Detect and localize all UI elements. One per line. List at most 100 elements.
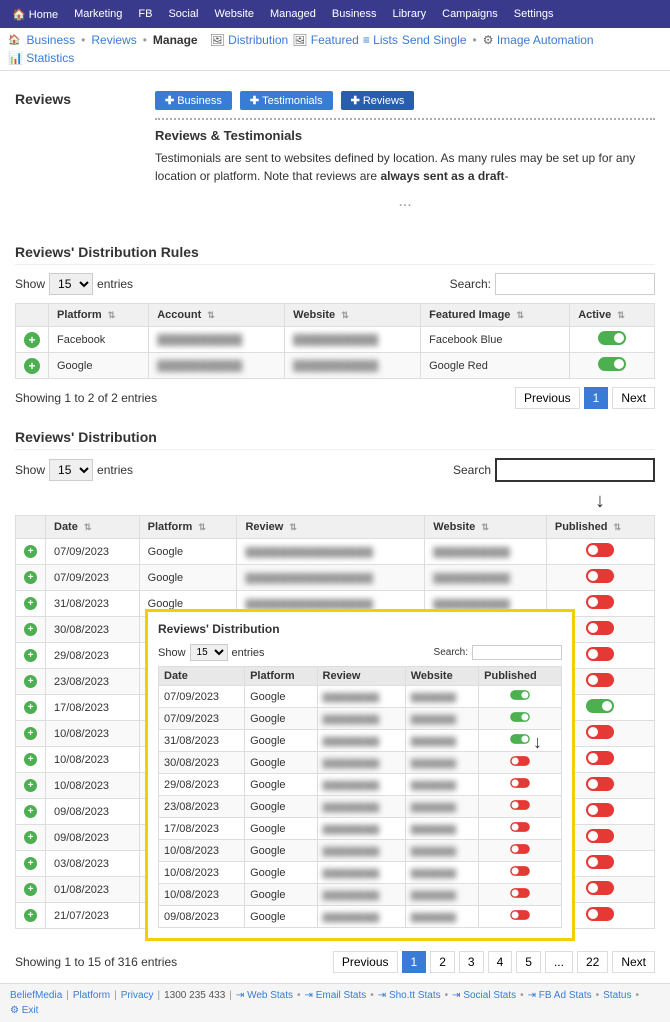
- nav-campaigns[interactable]: Campaigns: [434, 0, 506, 28]
- footer-brand[interactable]: BeliefMedia: [10, 990, 62, 1001]
- modal-toggle[interactable]: [510, 800, 530, 810]
- nav-marketing[interactable]: Marketing: [66, 0, 130, 28]
- dist-page-22[interactable]: 22: [577, 951, 608, 973]
- add-icon-dist[interactable]: +: [24, 649, 37, 662]
- nav-home[interactable]: 🏠 Home: [4, 0, 66, 28]
- subnav-send-single[interactable]: Send Single: [402, 33, 467, 47]
- toggle-published[interactable]: [586, 881, 614, 895]
- modal-platform: Google: [245, 906, 317, 928]
- rules-page-1[interactable]: 1: [584, 387, 609, 409]
- footer-fb-ad-stats[interactable]: ⇥ FB Ad Stats: [528, 990, 592, 1001]
- add-icon-dist[interactable]: +: [24, 857, 37, 870]
- search-input-dist[interactable]: [495, 458, 655, 482]
- footer-shott-stats[interactable]: ⇥ Sho.tt Stats: [378, 990, 441, 1001]
- tab-reviews[interactable]: ✚ Reviews: [341, 91, 415, 110]
- nav-website[interactable]: Website: [206, 0, 262, 28]
- modal-toggle[interactable]: [510, 822, 530, 832]
- dist-page-5[interactable]: 5: [516, 951, 541, 973]
- modal-search-input[interactable]: [472, 645, 562, 660]
- toggle-published[interactable]: [586, 803, 614, 817]
- add-icon-dist[interactable]: +: [24, 805, 37, 818]
- toggle-published[interactable]: [586, 595, 614, 609]
- modal-table: Date Platform Review Website Published 0…: [158, 666, 562, 928]
- subnav-featured[interactable]: 🖼 Featured: [292, 33, 359, 47]
- toggle-published[interactable]: [586, 829, 614, 843]
- toggle-published[interactable]: [586, 543, 614, 557]
- modal-toggle[interactable]: [510, 866, 530, 876]
- add-icon-dist[interactable]: +: [24, 909, 37, 922]
- footer-web-stats[interactable]: ⇥ Web Stats: [236, 990, 293, 1001]
- rules-prev-btn[interactable]: Previous: [515, 387, 580, 409]
- nav-business[interactable]: Business: [324, 0, 385, 28]
- modal-platform: Google: [245, 686, 317, 708]
- add-icon-dist[interactable]: +: [24, 831, 37, 844]
- breadcrumb-business[interactable]: Business: [26, 33, 75, 47]
- subnav-lists[interactable]: ≡ Lists: [363, 33, 398, 47]
- subnav-image-automation[interactable]: ⚙ Image Automation: [483, 33, 594, 47]
- toggle-published[interactable]: [586, 569, 614, 583]
- add-icon-dist[interactable]: +: [24, 571, 37, 584]
- search-input-rules[interactable]: [495, 273, 655, 295]
- subnav-statistics[interactable]: 📊 Statistics: [8, 51, 74, 65]
- dist-next-btn[interactable]: Next: [612, 951, 655, 973]
- modal-published: [479, 906, 562, 928]
- footer-privacy[interactable]: Privacy: [121, 990, 154, 1001]
- add-icon[interactable]: +: [24, 332, 40, 348]
- add-icon[interactable]: +: [24, 358, 40, 374]
- tab-business[interactable]: ✚ Business: [155, 91, 232, 110]
- footer-social-stats[interactable]: ⇥ Social Stats: [452, 990, 516, 1001]
- subnav-distribution[interactable]: 🖼 Distribution: [210, 33, 289, 47]
- add-icon-dist[interactable]: +: [24, 727, 37, 740]
- add-icon-dist[interactable]: +: [24, 545, 37, 558]
- modal-toggle[interactable]: [510, 712, 530, 722]
- tab-testimonials[interactable]: ✚ Testimonials: [240, 91, 333, 110]
- modal-entries-select[interactable]: 15: [190, 644, 228, 661]
- nav-settings[interactable]: Settings: [506, 0, 562, 28]
- toggle-published[interactable]: [586, 777, 614, 791]
- footer-platform[interactable]: Platform: [73, 990, 110, 1001]
- nav-fb[interactable]: FB: [130, 0, 160, 28]
- toggle-on[interactable]: [598, 331, 626, 345]
- toggle-published[interactable]: [586, 647, 614, 661]
- add-icon-dist[interactable]: +: [24, 779, 37, 792]
- modal-toggle[interactable]: [510, 778, 530, 788]
- modal-review: ██████████: [317, 752, 405, 774]
- toggle-published[interactable]: [586, 673, 614, 687]
- toggle-published[interactable]: [586, 699, 614, 713]
- add-icon-dist[interactable]: +: [24, 701, 37, 714]
- add-icon-dist[interactable]: +: [24, 597, 37, 610]
- dist-page-1[interactable]: 1: [402, 951, 427, 973]
- modal-toggle[interactable]: [510, 910, 530, 920]
- toggle-published[interactable]: [586, 725, 614, 739]
- entries-select-rules[interactable]: 15 25 50: [49, 273, 93, 295]
- dist-page-4[interactable]: 4: [488, 951, 513, 973]
- nav-managed[interactable]: Managed: [262, 0, 324, 28]
- nav-library[interactable]: Library: [385, 0, 435, 28]
- footer-status[interactable]: Status: [603, 990, 631, 1001]
- add-icon-dist[interactable]: +: [24, 753, 37, 766]
- col-published: Published ⇅: [546, 516, 654, 539]
- nav-social[interactable]: Social: [160, 0, 206, 28]
- modal-toggle[interactable]: [510, 756, 530, 766]
- toggle-on[interactable]: [598, 357, 626, 371]
- breadcrumb-reviews[interactable]: Reviews: [91, 33, 136, 47]
- footer-email-stats[interactable]: ⇥ Email Stats: [305, 990, 367, 1001]
- footer-exit[interactable]: ⚙ Exit: [10, 1005, 38, 1016]
- toggle-published[interactable]: [586, 621, 614, 635]
- rules-next-btn[interactable]: Next: [612, 387, 655, 409]
- toggle-published[interactable]: [586, 855, 614, 869]
- add-icon-dist[interactable]: +: [24, 623, 37, 636]
- dist-page-3[interactable]: 3: [459, 951, 484, 973]
- modal-toggle[interactable]: [510, 844, 530, 854]
- modal-toggle[interactable]: [510, 888, 530, 898]
- toggle-published[interactable]: [586, 751, 614, 765]
- add-icon-dist[interactable]: +: [24, 675, 37, 688]
- toggle-published[interactable]: [586, 907, 614, 921]
- modal-toggle[interactable]: [510, 690, 530, 700]
- dist-prev-btn[interactable]: Previous: [333, 951, 398, 973]
- add-icon-dist[interactable]: +: [24, 883, 37, 896]
- modal-toggle[interactable]: [510, 734, 530, 744]
- dist-page-2[interactable]: 2: [430, 951, 455, 973]
- entries-select-dist[interactable]: 15 25 50: [49, 459, 93, 481]
- modal-search-box: Search:: [434, 645, 562, 660]
